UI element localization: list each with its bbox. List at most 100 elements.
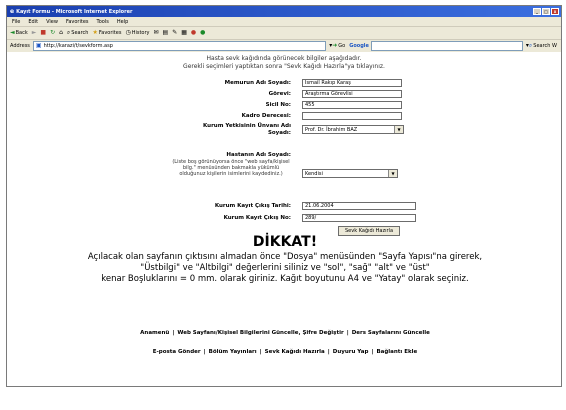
- yetkili-label-line-1: Kurum Yetkisinin Ünvanı Adı: [203, 123, 291, 129]
- search-web-button[interactable]: ⌕ Search W: [528, 42, 557, 50]
- cikis-no-row: Kurum Kayıt Çıkış No: 289/: [7, 214, 561, 224]
- toolbar: ◄ Back ► ■ ↻ ⌂ ⌕ Search ★ Favorites ◷ Hi…: [7, 27, 561, 40]
- memur-input[interactable]: İsmail Rakıp Karaş: [302, 79, 402, 87]
- refresh-icon[interactable]: ↻: [50, 30, 55, 36]
- extra-icon[interactable]: ●: [200, 30, 205, 36]
- hasta-hint: (Liste boş görünüyorsa önce "web sayfa/k…: [172, 159, 290, 177]
- google-search-input[interactable]: [370, 41, 523, 51]
- separator: |: [259, 349, 262, 355]
- hasta-row: Hastanın Adı Soyadı: (Liste boş görünüyo…: [7, 152, 561, 197]
- minimize-button[interactable]: _: [533, 8, 541, 15]
- warning-line-1: Açılacak olan sayfanın çıktısını almadan…: [87, 252, 483, 262]
- search-button[interactable]: ⌕ Search: [66, 29, 89, 37]
- edit-icon[interactable]: ✎: [172, 30, 177, 36]
- page-icon: ▣: [35, 42, 42, 49]
- footer-links-row-2: E-posta Gönder | Bölüm Yayınları | Sevk Kağı…: [7, 349, 561, 355]
- warning-title: DİKKAT!: [252, 234, 318, 250]
- link-eposta[interactable]: E-posta Gönder: [153, 349, 201, 355]
- yetkili-label-line-2: Soyadı:: [267, 130, 291, 136]
- google-toolbar: Google: [349, 41, 523, 51]
- memur-label: Memurun Adı Soyadı:: [224, 80, 291, 86]
- discuss-icon[interactable]: ▦: [181, 30, 187, 36]
- memur-row: Memurun Adı Soyadı: İsmail Rakıp Karaş: [7, 79, 561, 89]
- hasta-selected: Kendisi: [305, 171, 323, 177]
- link-web-sayfani[interactable]: Web Sayfanı/Kişisel Bilgilerini Güncelle…: [177, 330, 343, 336]
- menu-tools[interactable]: Tools: [97, 19, 109, 25]
- gorev-row: Görevi: Araştırma Görevlisi: [7, 90, 561, 100]
- warning-line-3: kenar Boşluklarını = 0 mm. olarak girini…: [101, 274, 469, 284]
- yetkili-select[interactable]: Prof. Dr. İbrahim BAZ ▼: [302, 125, 404, 134]
- hasta-select[interactable]: Kendisi ▼: [302, 169, 398, 178]
- title-bar: e Kayıt Formu - Microsoft Internet Explo…: [7, 6, 561, 17]
- yetkili-row: Kurum Yetkisinin Ünvanı Adı Soyadı: Prof…: [7, 123, 561, 139]
- sicil-input[interactable]: 455: [302, 101, 402, 109]
- google-label: Google: [349, 43, 369, 49]
- favorites-button[interactable]: ★ Favorites: [92, 29, 122, 37]
- menu-bar: File Edit View Favorites Tools Help: [7, 17, 561, 27]
- print-icon[interactable]: ▤: [163, 30, 169, 36]
- forward-arrow-icon[interactable]: ►: [32, 30, 37, 36]
- messenger-icon[interactable]: ●: [191, 30, 196, 36]
- chevron-down-icon: ▼: [388, 170, 397, 177]
- hasta-label: Hastanın Adı Soyadı:: [226, 152, 291, 158]
- menu-help[interactable]: Help: [117, 19, 128, 25]
- stop-icon[interactable]: ■: [40, 30, 46, 36]
- warning-text: Açılacak olan sayfanın çıktısını almadan…: [7, 252, 561, 285]
- favorites-label: Favorites: [98, 30, 122, 36]
- link-ders-sayfalari[interactable]: Ders Sayfalarını Güncelle: [352, 330, 430, 336]
- cikis-no-label: Kurum Kayıt Çıkış No:: [223, 215, 291, 221]
- intro-line-1: Hasta sevk kağıdında görünecek bilgiler …: [206, 55, 362, 62]
- kadro-row: Kadro Derecesi:: [7, 112, 561, 122]
- menu-view[interactable]: View: [46, 19, 58, 25]
- home-icon[interactable]: ⌂: [59, 30, 63, 36]
- tarih-input[interactable]: 21.06.2004: [302, 202, 416, 210]
- search-icon: ⌕: [66, 29, 71, 36]
- maximize-button[interactable]: □: [542, 8, 550, 15]
- menu-file[interactable]: File: [12, 19, 20, 25]
- address-label: Address: [10, 43, 30, 49]
- history-button[interactable]: ◷ History: [125, 29, 150, 37]
- sicil-label: Sicil No:: [265, 102, 291, 108]
- link-baglanti[interactable]: Bağlantı Ekle: [376, 349, 417, 355]
- history-icon: ◷: [125, 29, 131, 36]
- go-button[interactable]: ➜ Go: [332, 42, 346, 50]
- back-button[interactable]: ◄ Back: [10, 29, 28, 37]
- go-arrow-icon: ➜: [332, 42, 338, 49]
- link-anamenu[interactable]: Anamenü: [140, 330, 169, 336]
- kadro-input[interactable]: [302, 112, 402, 120]
- cikis-no-input[interactable]: 289/: [302, 214, 416, 222]
- separator: |: [327, 349, 330, 355]
- ie-icon: e: [10, 7, 15, 15]
- separator: |: [371, 349, 374, 355]
- chevron-down-icon: ▼: [394, 126, 403, 133]
- menu-favorites[interactable]: Favorites: [66, 19, 89, 25]
- separator: |: [346, 330, 349, 336]
- footer-links-row-1: Anamenü | Web Sayfanı/Kişisel Bilgilerini …: [7, 330, 561, 336]
- yetkili-selected: Prof. Dr. İbrahim BAZ: [305, 127, 358, 133]
- intro-text: Hasta sevk kağıdında görünecek bilgiler …: [7, 55, 561, 71]
- address-input[interactable]: ▣ http://karazi/t/sevkform.asp: [32, 41, 327, 51]
- yetkili-label: Kurum Yetkisinin Ünvanı Adı Soyadı:: [203, 123, 291, 137]
- tarih-row: Kurum Kayıt Çıkış Tarihi: 21.06.2004: [7, 202, 561, 212]
- warning-line-2: "Üstbilgi" ve "Altbilgi" değerlerini sil…: [140, 263, 430, 273]
- separator: |: [172, 330, 175, 336]
- go-label: Go: [338, 43, 346, 49]
- back-arrow-icon: ◄: [10, 29, 15, 36]
- address-url: http://karazi/t/sevkform.asp: [43, 43, 113, 49]
- close-button[interactable]: x: [551, 8, 559, 15]
- link-bolum-yayinlari[interactable]: Bölüm Yayınları: [209, 349, 257, 355]
- history-label: History: [131, 30, 150, 36]
- link-sevk-kagidi[interactable]: Sevk Kağıdı Hazırla: [265, 349, 325, 355]
- mail-icon[interactable]: ✉: [154, 30, 159, 36]
- intro-line-2: Gerekli seçimleri yaptıktan sonra "Sevk …: [183, 63, 385, 70]
- search-web-label: Search W: [533, 43, 557, 49]
- link-duyuru[interactable]: Duyuru Yap: [333, 349, 369, 355]
- search-label: Search: [71, 30, 89, 36]
- menu-edit[interactable]: Edit: [28, 19, 38, 25]
- google-search-icon: ⌕: [528, 42, 533, 49]
- star-icon: ★: [92, 29, 98, 36]
- browser-window: e Kayıt Formu - Microsoft Internet Explo…: [6, 5, 562, 387]
- gorev-input[interactable]: Araştırma Görevlisi: [302, 90, 402, 98]
- window-title: Kayıt Formu - Microsoft Internet Explore…: [16, 8, 133, 15]
- gorev-label: Görevi:: [268, 91, 291, 97]
